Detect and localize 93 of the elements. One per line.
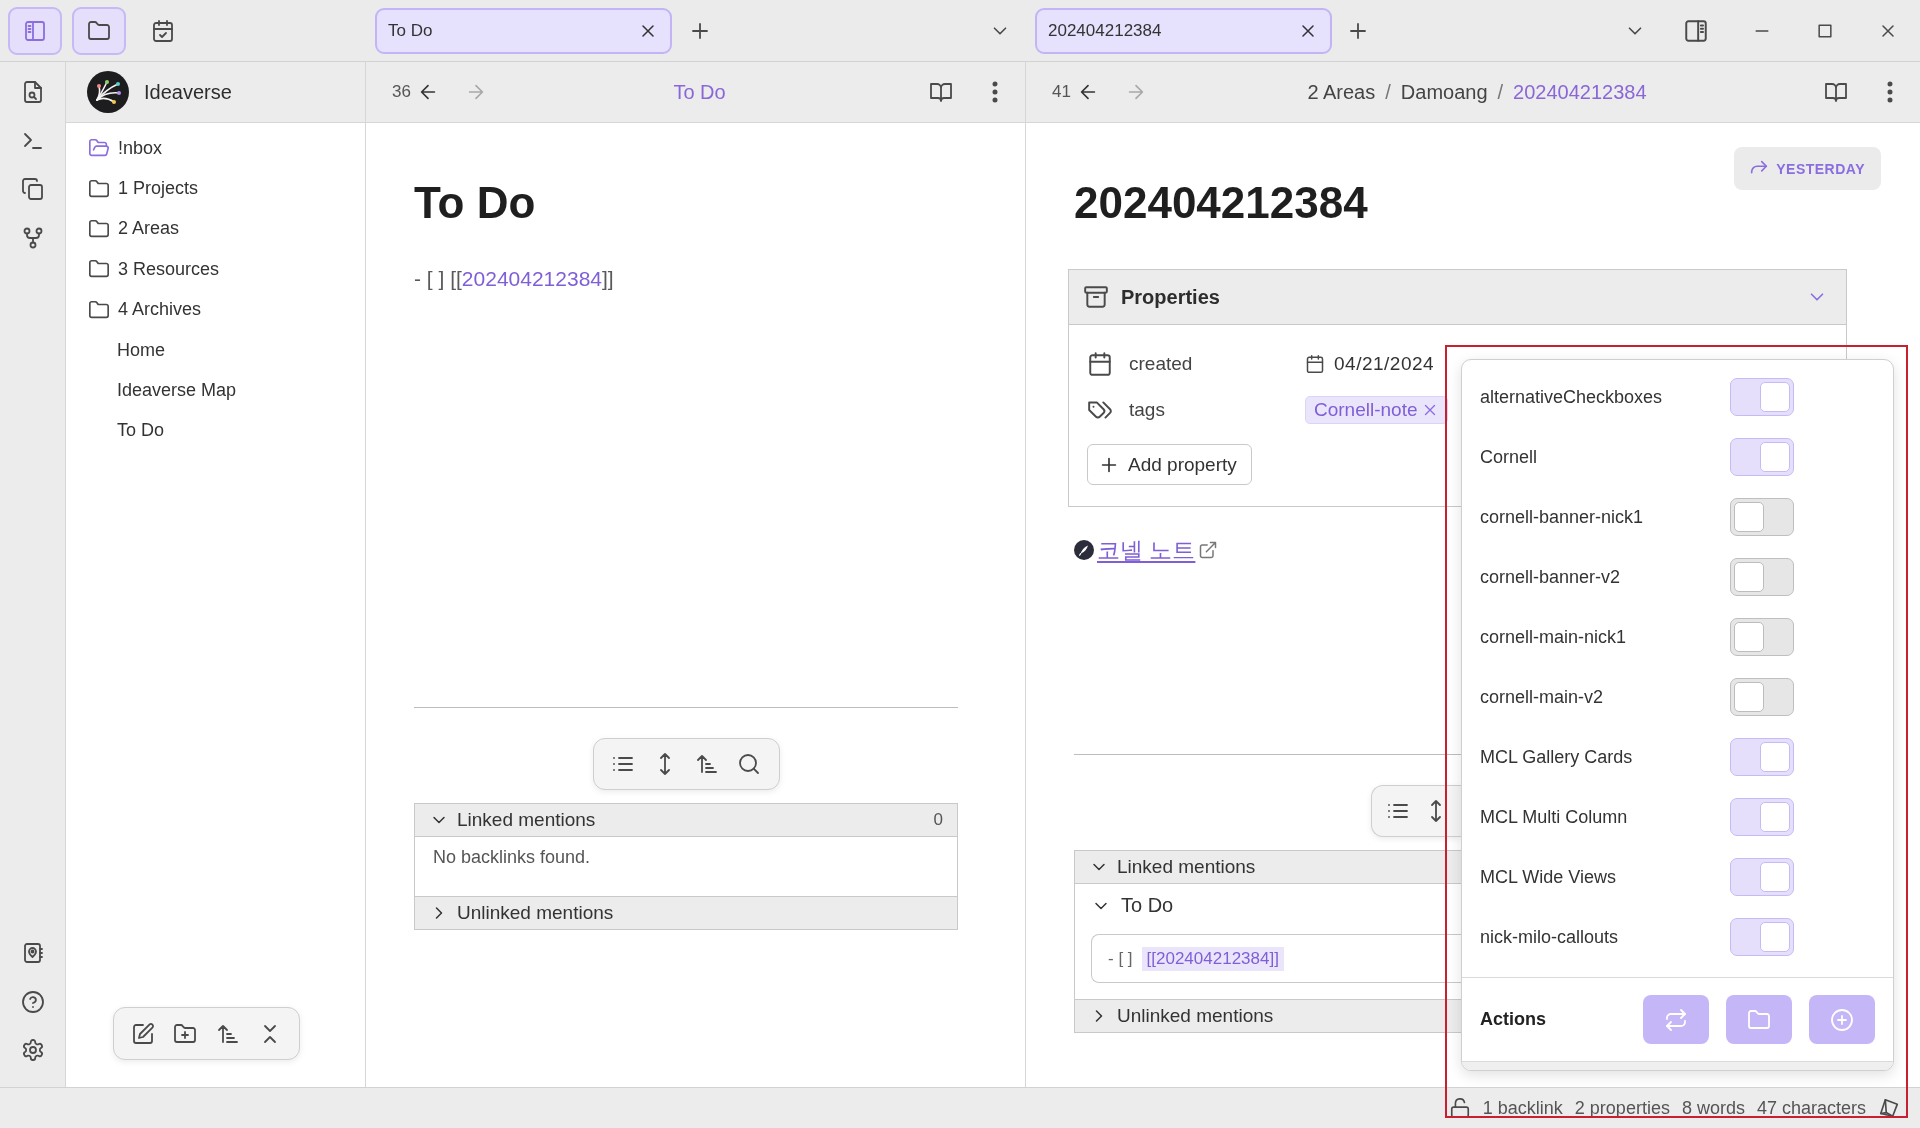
toggle-switch[interactable] [1730,678,1794,716]
search-icon[interactable] [737,752,762,776]
history-count: 41 [1052,82,1071,102]
folder-icon [88,298,110,321]
folder-item[interactable]: 2 Areas [66,208,365,250]
toggle-switch[interactable] [1730,918,1794,956]
internal-link[interactable]: [[202404212384]] [1141,946,1284,971]
snippet-name: MCL Gallery Cards [1480,746,1634,768]
note-line: - [ ] [[202404212384]] [414,266,615,292]
breadcrumb-separator: / [1497,80,1504,104]
breadcrumb-separator: / [1385,80,1391,104]
feather-disc-icon [1074,540,1094,560]
toggle-switch[interactable] [1730,798,1794,836]
property-name[interactable]: created [1129,353,1193,375]
status-text: 1 backlink [1482,1097,1563,1119]
folder-item[interactable]: 3 Resources [66,249,365,290]
toggle-switch[interactable] [1730,738,1794,776]
snippet-name: Cornell [1480,446,1539,468]
view-title[interactable]: To Do [673,80,726,104]
status-text: 47 characters [1756,1097,1866,1119]
settings-icon[interactable] [20,1038,45,1062]
property-name[interactable]: tags [1129,399,1165,421]
internal-link[interactable]: 202404212384 [461,267,602,290]
sort-icon[interactable] [695,752,720,776]
unlocked-icon[interactable] [1448,1097,1471,1119]
edit-icon[interactable] [131,1021,156,1046]
file-explorer-button[interactable] [72,6,126,55]
archive-icon [1083,284,1109,310]
right-sidebar-icon[interactable] [1683,17,1709,44]
file-item[interactable]: To Do [66,410,365,452]
toggle-switch[interactable] [1730,618,1794,656]
external-link[interactable]: 코넬 노트 [1097,534,1196,566]
file-item[interactable]: Home [66,329,365,371]
sidebar-toggle-button[interactable] [8,6,62,55]
snippet-name: cornell-banner-v2 [1480,566,1622,588]
tilted-book-icon[interactable] [1878,1097,1900,1119]
linked-mentions-header[interactable]: Linked mentions [1075,851,1461,883]
snippet-name: nick-milo-callouts [1480,926,1620,948]
status-text: 8 words [1681,1097,1745,1119]
snippet-name: cornell-main-v2 [1480,686,1605,708]
snippet-name: cornell-main-nick1 [1480,626,1628,648]
snippet-name: MCL Multi Column [1480,806,1629,828]
toggle-switch[interactable] [1730,498,1794,536]
external-link-icon [1198,540,1219,560]
note-tab[interactable]: To Do [375,7,672,54]
snippet-name: alternativeCheckboxes [1480,386,1664,408]
properties-header[interactable]: Properties [1069,270,1846,325]
calendar-icon[interactable] [1305,354,1325,374]
reload-icon [1664,1007,1688,1032]
breadcrumb-link[interactable]: 2 Areas [1307,80,1376,104]
unlinked-mentions-header[interactable]: Unlinked mentions [1075,999,1461,1032]
toggle-switch[interactable] [1730,438,1794,476]
book-icon[interactable] [1824,80,1848,104]
folder-icon [88,177,110,200]
toggle-switch[interactable] [1730,378,1794,416]
file-item[interactable]: Ideaverse Map [66,370,365,411]
vault-name[interactable]: Ideaverse [144,80,232,104]
new-folder-icon[interactable] [173,1021,198,1046]
folder-item[interactable]: !nbox [66,128,365,169]
sidebar-icon [23,18,47,43]
folder-icon [88,217,110,240]
book-icon[interactable] [929,80,953,104]
add-property-button[interactable]: Add property [1087,444,1252,485]
toggle-switch[interactable] [1730,858,1794,896]
actions-label: Actions [1480,1009,1546,1030]
folder-icon [87,18,111,43]
backlink-file[interactable]: To Do [1075,884,1461,927]
folder-icon [1747,1007,1771,1032]
calendar-icon [1087,351,1113,377]
help-icon[interactable] [20,989,45,1014]
date-value[interactable]: 04/21/2024 [1334,353,1435,375]
note-title: To Do [414,177,536,229]
burst-logo-icon[interactable] [87,71,129,113]
linked-mentions-header[interactable]: Linked mentions 0 [415,804,957,836]
empty-message: No backlinks found. [432,846,592,869]
unlinked-mentions-header[interactable]: Unlinked mentions [415,896,957,929]
history-count: 36 [392,82,411,102]
toggle-switch[interactable] [1730,558,1794,596]
folder-item[interactable]: 1 Projects [66,168,365,209]
backlink-snippet[interactable]: - [ ] [[202404212384]] [1091,934,1461,983]
breadcrumb-link[interactable]: Damoang [1400,80,1488,104]
snippet-name: MCL Wide Views [1480,866,1618,888]
snippet-name: cornell-banner-nick1 [1480,506,1645,528]
note-tab[interactable]: 202404212384 [1035,7,1332,54]
files-icon[interactable] [20,177,45,201]
calendar-icon [151,18,175,43]
mention-count: 0 [933,810,943,830]
folder-item[interactable]: 4 Archives [66,289,365,330]
add-icon [1830,1007,1854,1032]
tag[interactable]: Cornell-note [1305,396,1448,424]
note-title: 202404212384 [1074,177,1368,229]
breadcrumb-link[interactable]: 202404212384 [1513,80,1647,104]
status-text: 2 properties [1574,1097,1670,1119]
